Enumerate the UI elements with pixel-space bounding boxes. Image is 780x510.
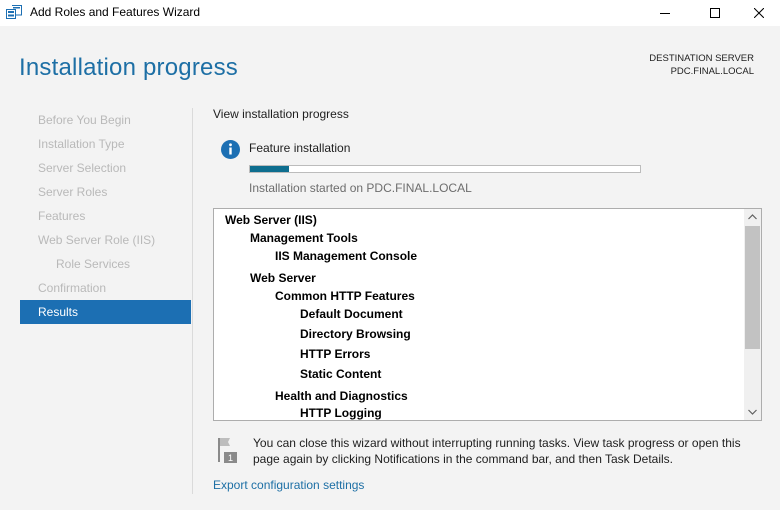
nav-item-features: Features [38,209,86,223]
page-title: Installation progress [19,54,238,81]
result-item: HTTP Errors [300,347,371,361]
nav-item-confirmation: Confirmation [38,281,107,295]
result-item: Static Content [300,367,382,381]
wizard-header: Installation progress DESTINATION SERVER… [0,26,780,104]
minimize-icon [660,13,670,14]
close-button[interactable] [736,0,780,26]
result-item: Health and Diagnostics [275,389,408,403]
nav-item-role-services: Role Services [56,257,131,271]
result-item: IIS Management Console [275,249,418,263]
close-icon [754,8,764,18]
result-item: Directory Browsing [300,327,411,341]
wizard-body: Before You Begin Installation Type Serve… [0,104,780,510]
results-scrollbar[interactable] [744,209,761,420]
info-icon [221,140,240,159]
result-item: Management Tools [250,231,358,245]
result-item: Web Server [250,271,316,285]
notification-flag-icon: 1 [218,438,237,463]
destination-server-value: PDC.FINAL.LOCAL [670,66,754,77]
server-manager-icon [6,5,22,19]
nav-item-installation-type: Installation Type [38,137,125,151]
nav-item-web-server-role: Web Server Role (IIS) [38,233,156,247]
results-list: Web Server (IIS) Management Tools IIS Mana… [214,209,744,420]
title-bar: Add Roles and Features Wizard [0,0,780,26]
result-item: Web Server (IIS) [225,213,317,227]
installation-progress-bar [249,165,641,173]
nav-item-before-you-begin: Before You Begin [38,113,131,127]
installation-status: Installation started on PDC.FINAL.LOCAL [249,181,472,195]
chevron-up-icon [748,214,757,220]
scroll-up-button[interactable] [744,209,761,225]
export-configuration-link[interactable]: Export configuration settings [213,478,364,492]
flag-badge-number: 1 [228,453,233,463]
progress-fill [250,166,289,172]
feature-installation-label: Feature installation [249,141,351,155]
destination-server-label: DESTINATION SERVER [649,53,754,64]
scroll-down-button[interactable] [744,404,761,420]
nav-item-server-selection: Server Selection [38,161,127,175]
wizard-nav: Before You Begin Installation Type Serve… [20,108,191,324]
result-item: HTTP Logging [300,406,382,420]
results-listbox[interactable]: Web Server (IIS) Management Tools IIS Mana… [213,208,762,421]
scroll-thumb[interactable] [745,226,760,349]
chevron-down-icon [748,409,757,415]
nav-item-server-roles: Server Roles [38,185,108,199]
nav-divider [192,108,193,494]
section-label: View installation progress [213,107,349,121]
maximize-icon [710,8,720,18]
minimize-button[interactable] [642,0,688,26]
result-item: Default Document [300,307,403,321]
maximize-button[interactable] [692,0,738,26]
nav-item-results[interactable]: Results [20,300,191,324]
window-title: Add Roles and Features Wizard [30,5,201,19]
result-item: Common HTTP Features [275,289,415,303]
wizard-close-note: You can close this wizard without interr… [253,436,741,466]
